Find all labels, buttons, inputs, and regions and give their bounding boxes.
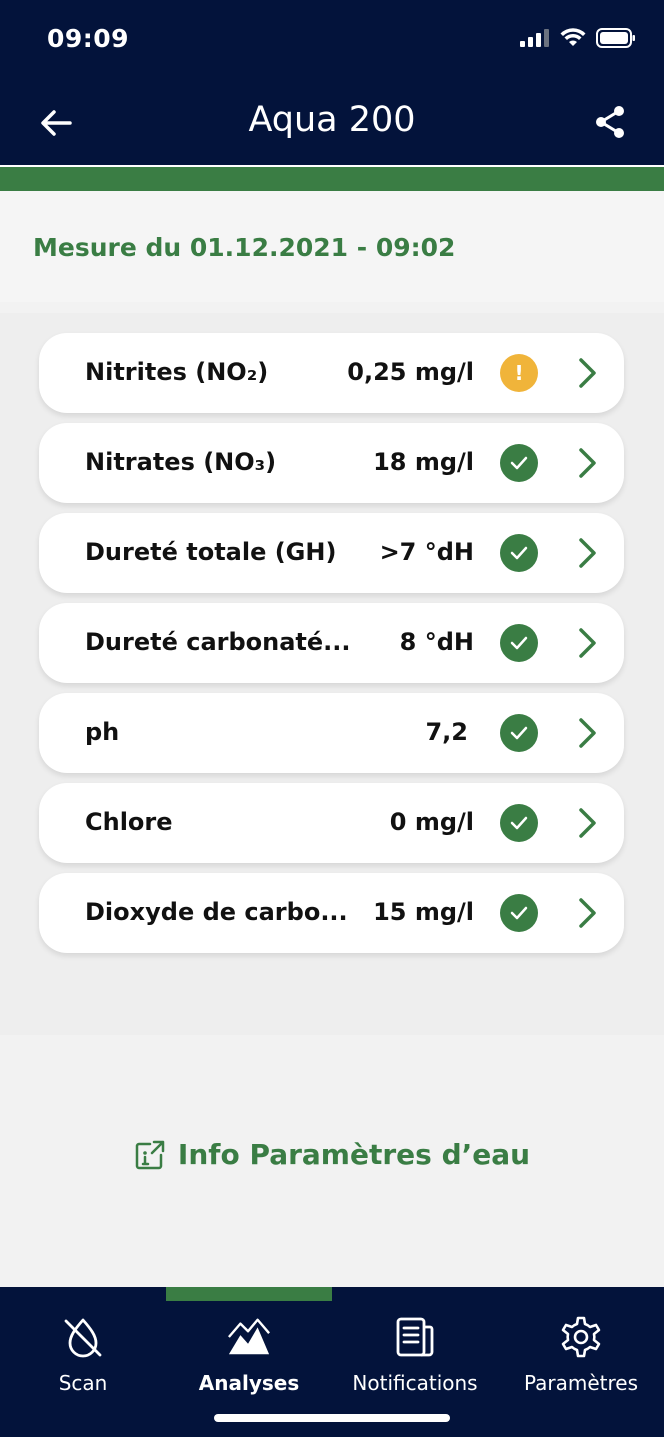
parameter-row-kh[interactable]: Dureté carbonaté... 8 °dH <box>39 603 624 683</box>
gear-icon <box>561 1316 601 1358</box>
check-circle-icon <box>500 624 538 662</box>
parameter-row-ph[interactable]: ph 7,2 <box>39 693 624 773</box>
tab-label: Notifications <box>352 1371 478 1395</box>
tab-scan[interactable]: Scan <box>0 1287 166 1407</box>
chevron-right-icon <box>579 628 596 658</box>
signal-icon <box>520 29 549 47</box>
droplet-slash-icon <box>64 1318 102 1358</box>
newspaper-icon <box>396 1317 434 1357</box>
home-indicator <box>214 1414 450 1422</box>
page-title: Aqua 200 <box>248 100 416 140</box>
parameter-name: Dureté totale (GH) <box>85 538 337 566</box>
tab-notifications[interactable]: Notifications <box>332 1287 498 1407</box>
wifi-icon <box>560 28 586 46</box>
parameter-name: Nitrites (NO₂) <box>85 358 269 386</box>
chevron-right-icon <box>579 538 596 568</box>
chevron-right-icon <box>579 358 596 388</box>
parameter-name: Chlore <box>85 808 173 836</box>
parameter-value: >7 °dH <box>379 538 474 566</box>
info-parameters-link[interactable]: Info Paramètres d’eau <box>0 1138 664 1171</box>
warning-icon: ! <box>500 354 538 392</box>
tab-analyses[interactable]: Analyses <box>166 1287 332 1407</box>
status-icons <box>520 28 636 48</box>
parameter-value: 0,25 mg/l <box>347 358 474 386</box>
app-header: 09:09 Aqua 200 <box>0 0 664 165</box>
parameter-name: Dureté carbonaté... <box>85 628 351 656</box>
parameter-row-chlore[interactable]: Chlore 0 mg/l <box>39 783 624 863</box>
tab-parametres[interactable]: Paramètres <box>498 1287 664 1407</box>
parameter-list: Nitrites (NO₂) 0,25 mg/l ! Nitrates (NO₃… <box>0 313 664 1035</box>
accent-bar <box>0 167 664 191</box>
parameter-name: Nitrates (NO₃) <box>85 448 277 476</box>
share-button[interactable] <box>588 100 632 144</box>
parameter-value: 0 mg/l <box>389 808 474 836</box>
check-circle-icon <box>500 534 538 572</box>
tab-label: Analyses <box>198 1371 300 1395</box>
chevron-right-icon <box>579 448 596 478</box>
parameter-value: 18 mg/l <box>373 448 474 476</box>
check-circle-icon <box>500 444 538 482</box>
parameter-name: ph <box>85 718 120 746</box>
warning-symbol: ! <box>514 361 524 385</box>
parameter-name: Dioxyde de carbo... <box>85 898 348 926</box>
tab-label: Paramètres <box>523 1371 639 1395</box>
parameter-row-gh[interactable]: Dureté totale (GH) >7 °dH <box>39 513 624 593</box>
parameter-row-nitrites[interactable]: Nitrites (NO₂) 0,25 mg/l ! <box>39 333 624 413</box>
check-circle-icon <box>500 894 538 932</box>
parameter-value: 7,2 <box>425 718 468 746</box>
share-icon <box>596 106 624 138</box>
chevron-right-icon <box>579 898 596 928</box>
status-time: 09:09 <box>47 24 130 53</box>
battery-icon <box>596 28 635 48</box>
external-info-icon <box>135 1140 165 1169</box>
mountain-chart-icon <box>228 1318 270 1355</box>
measure-date-section: Mesure du 01.12.2021 - 09:02 <box>0 191 664 302</box>
check-circle-icon <box>500 804 538 842</box>
chevron-right-icon <box>579 808 596 838</box>
chevron-right-icon <box>579 718 596 748</box>
check-circle-icon <box>500 714 538 752</box>
parameter-value: 15 mg/l <box>373 898 474 926</box>
tab-label: Scan <box>58 1371 108 1395</box>
measure-date: Mesure du 01.12.2021 - 09:02 <box>33 233 456 262</box>
parameter-row-nitrates[interactable]: Nitrates (NO₃) 18 mg/l <box>39 423 624 503</box>
info-link-label: Info Paramètres d’eau <box>177 1138 531 1171</box>
parameter-row-co2[interactable]: Dioxyde de carbo... 15 mg/l <box>39 873 624 953</box>
parameter-value: 8 °dH <box>399 628 474 656</box>
analysis-detail-screen: 09:09 Aqua 200 Mesure du 01.12.2021 - 09… <box>0 0 664 1437</box>
